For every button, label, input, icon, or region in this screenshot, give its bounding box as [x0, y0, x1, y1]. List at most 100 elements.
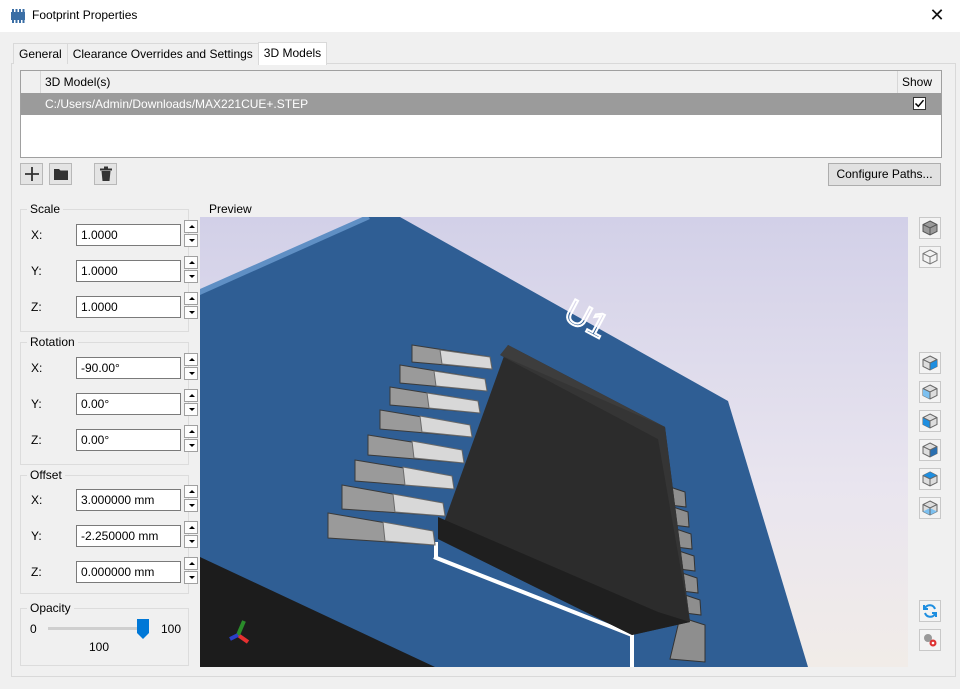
offset-x-decrement-button[interactable]	[184, 499, 198, 512]
scale-group: Scale X: 1.0000 Y: 1.0000 Z: 1.0000	[20, 202, 198, 332]
view-back-icon	[922, 384, 938, 400]
view-right-icon	[922, 442, 938, 458]
rotation-y-input[interactable]: 0.00°	[76, 393, 181, 415]
offset-x-row: X: 3.000000 mm	[21, 485, 198, 512]
opacity-group: Opacity	[20, 601, 189, 666]
view-right-button[interactable]	[919, 439, 941, 461]
3d-preview-viewport[interactable]: U1	[200, 217, 908, 667]
configure-paths-button[interactable]: Configure Paths...	[828, 163, 941, 186]
offset-group-title: Offset	[27, 468, 65, 482]
rotation-z-row: Z: 0.00°	[21, 425, 198, 452]
folder-icon	[53, 169, 68, 180]
scale-y-label: Y:	[31, 264, 42, 278]
rotation-group-title: Rotation	[27, 335, 78, 349]
reload-icon	[923, 604, 937, 618]
view-left-button[interactable]	[919, 410, 941, 432]
view-back-button[interactable]	[919, 381, 941, 403]
offset-x-increment-button[interactable]	[184, 485, 198, 498]
rotation-x-row: X: -90.00°	[21, 353, 198, 380]
view-cube-outline-icon	[922, 249, 938, 265]
table-row[interactable]: C:/Users/Admin/Downloads/MAX221CUE+.STEP	[21, 93, 941, 115]
browse-model-button[interactable]	[49, 163, 72, 185]
view-front-button[interactable]	[919, 352, 941, 374]
opacity-max-label: 100	[161, 622, 182, 636]
scale-y-increment-button[interactable]	[184, 256, 198, 269]
scale-z-row: Z: 1.0000	[21, 292, 198, 319]
scale-y-decrement-button[interactable]	[184, 270, 198, 283]
scale-y-row: Y: 1.0000	[21, 256, 198, 283]
offset-y-input[interactable]: -2.250000 mm	[76, 525, 181, 547]
scale-x-input[interactable]: 1.0000	[76, 224, 181, 246]
table-corner-header	[21, 71, 41, 93]
models-table: 3D Model(s) Show C:/Users/Admin/Download…	[20, 70, 942, 158]
offset-x-input[interactable]: 3.000000 mm	[76, 489, 181, 511]
offset-z-decrement-button[interactable]	[184, 571, 198, 584]
view-cube-shaded-button[interactable]	[919, 217, 941, 239]
opacity-slider-track[interactable]	[48, 627, 148, 630]
rotation-x-input[interactable]: -90.00°	[76, 357, 181, 379]
scale-y-input[interactable]: 1.0000	[76, 260, 181, 282]
offset-y-row: Y: -2.250000 mm	[21, 521, 198, 548]
rotation-group: Rotation X: -90.00° Y: 0.00° Z: 0.00°	[20, 335, 198, 465]
delete-model-button[interactable]	[94, 163, 117, 185]
rotation-y-label: Y:	[31, 397, 42, 411]
offset-y-increment-button[interactable]	[184, 521, 198, 534]
plus-icon	[24, 167, 39, 181]
offset-z-input[interactable]: 0.000000 mm	[76, 561, 181, 583]
tab-3d-models[interactable]: 3D Models	[257, 42, 328, 65]
view-cube-outline-button[interactable]	[919, 246, 941, 268]
view-top-button[interactable]	[919, 468, 941, 490]
offset-group: Offset X: 3.000000 mm Y: -2.250000 mm Z:…	[20, 468, 198, 594]
3d-preview-scene: U1	[200, 217, 908, 667]
scale-z-input[interactable]: 1.0000	[76, 296, 181, 318]
model-path-cell[interactable]: C:/Users/Admin/Downloads/MAX221CUE+.STEP	[45, 93, 308, 115]
scale-x-row: X: 1.0000	[21, 220, 198, 247]
offset-z-row: Z: 0.000000 mm	[21, 557, 198, 584]
opacity-min-label: 0	[30, 622, 37, 636]
render-settings-button[interactable]	[919, 629, 941, 651]
opacity-value: 100	[89, 640, 110, 654]
tab-clearance-overrides[interactable]: Clearance Overrides and Settings	[66, 43, 259, 64]
opacity-group-title: Opacity	[27, 601, 74, 615]
model-column-header[interactable]: 3D Model(s)	[41, 71, 898, 93]
rotation-y-row: Y: 0.00°	[21, 389, 198, 416]
view-bottom-button[interactable]	[919, 497, 941, 519]
title-bar: Footprint Properties ✕	[0, 0, 960, 32]
rotation-z-label: Z:	[31, 433, 42, 447]
view-left-icon	[922, 413, 938, 429]
scale-x-decrement-button[interactable]	[184, 234, 198, 247]
rotation-x-increment-button[interactable]	[184, 353, 198, 366]
show-checkbox[interactable]	[913, 97, 926, 110]
scale-group-title: Scale	[27, 202, 64, 216]
check-icon	[914, 99, 925, 108]
rotation-z-decrement-button[interactable]	[184, 439, 198, 452]
offset-y-label: Y:	[31, 529, 42, 543]
scale-z-decrement-button[interactable]	[184, 306, 198, 319]
tab-general[interactable]: General	[13, 43, 68, 64]
view-cube-shaded-icon	[922, 220, 938, 236]
rotation-z-input[interactable]: 0.00°	[76, 429, 181, 451]
rotation-x-decrement-button[interactable]	[184, 367, 198, 380]
rotation-x-label: X:	[31, 361, 43, 375]
trash-icon	[99, 166, 112, 181]
rotation-y-decrement-button[interactable]	[184, 403, 198, 416]
reload-button[interactable]	[919, 600, 941, 622]
scale-z-label: Z:	[31, 300, 42, 314]
view-top-icon	[922, 471, 938, 487]
footprint-app-icon	[11, 9, 25, 23]
view-front-icon	[922, 355, 938, 371]
scale-x-label: X:	[31, 228, 43, 242]
rotation-z-increment-button[interactable]	[184, 425, 198, 438]
view-bottom-icon	[922, 500, 938, 516]
close-button[interactable]: ✕	[914, 0, 960, 32]
scale-x-increment-button[interactable]	[184, 220, 198, 233]
show-column-header[interactable]: Show	[898, 71, 941, 93]
scale-z-increment-button[interactable]	[184, 292, 198, 305]
offset-y-decrement-button[interactable]	[184, 535, 198, 548]
window-title: Footprint Properties	[32, 8, 138, 22]
tab-bar: General Clearance Overrides and Settings…	[13, 42, 328, 65]
offset-z-increment-button[interactable]	[184, 557, 198, 570]
settings-icon	[924, 634, 937, 647]
add-model-button[interactable]	[20, 163, 43, 185]
rotation-y-increment-button[interactable]	[184, 389, 198, 402]
